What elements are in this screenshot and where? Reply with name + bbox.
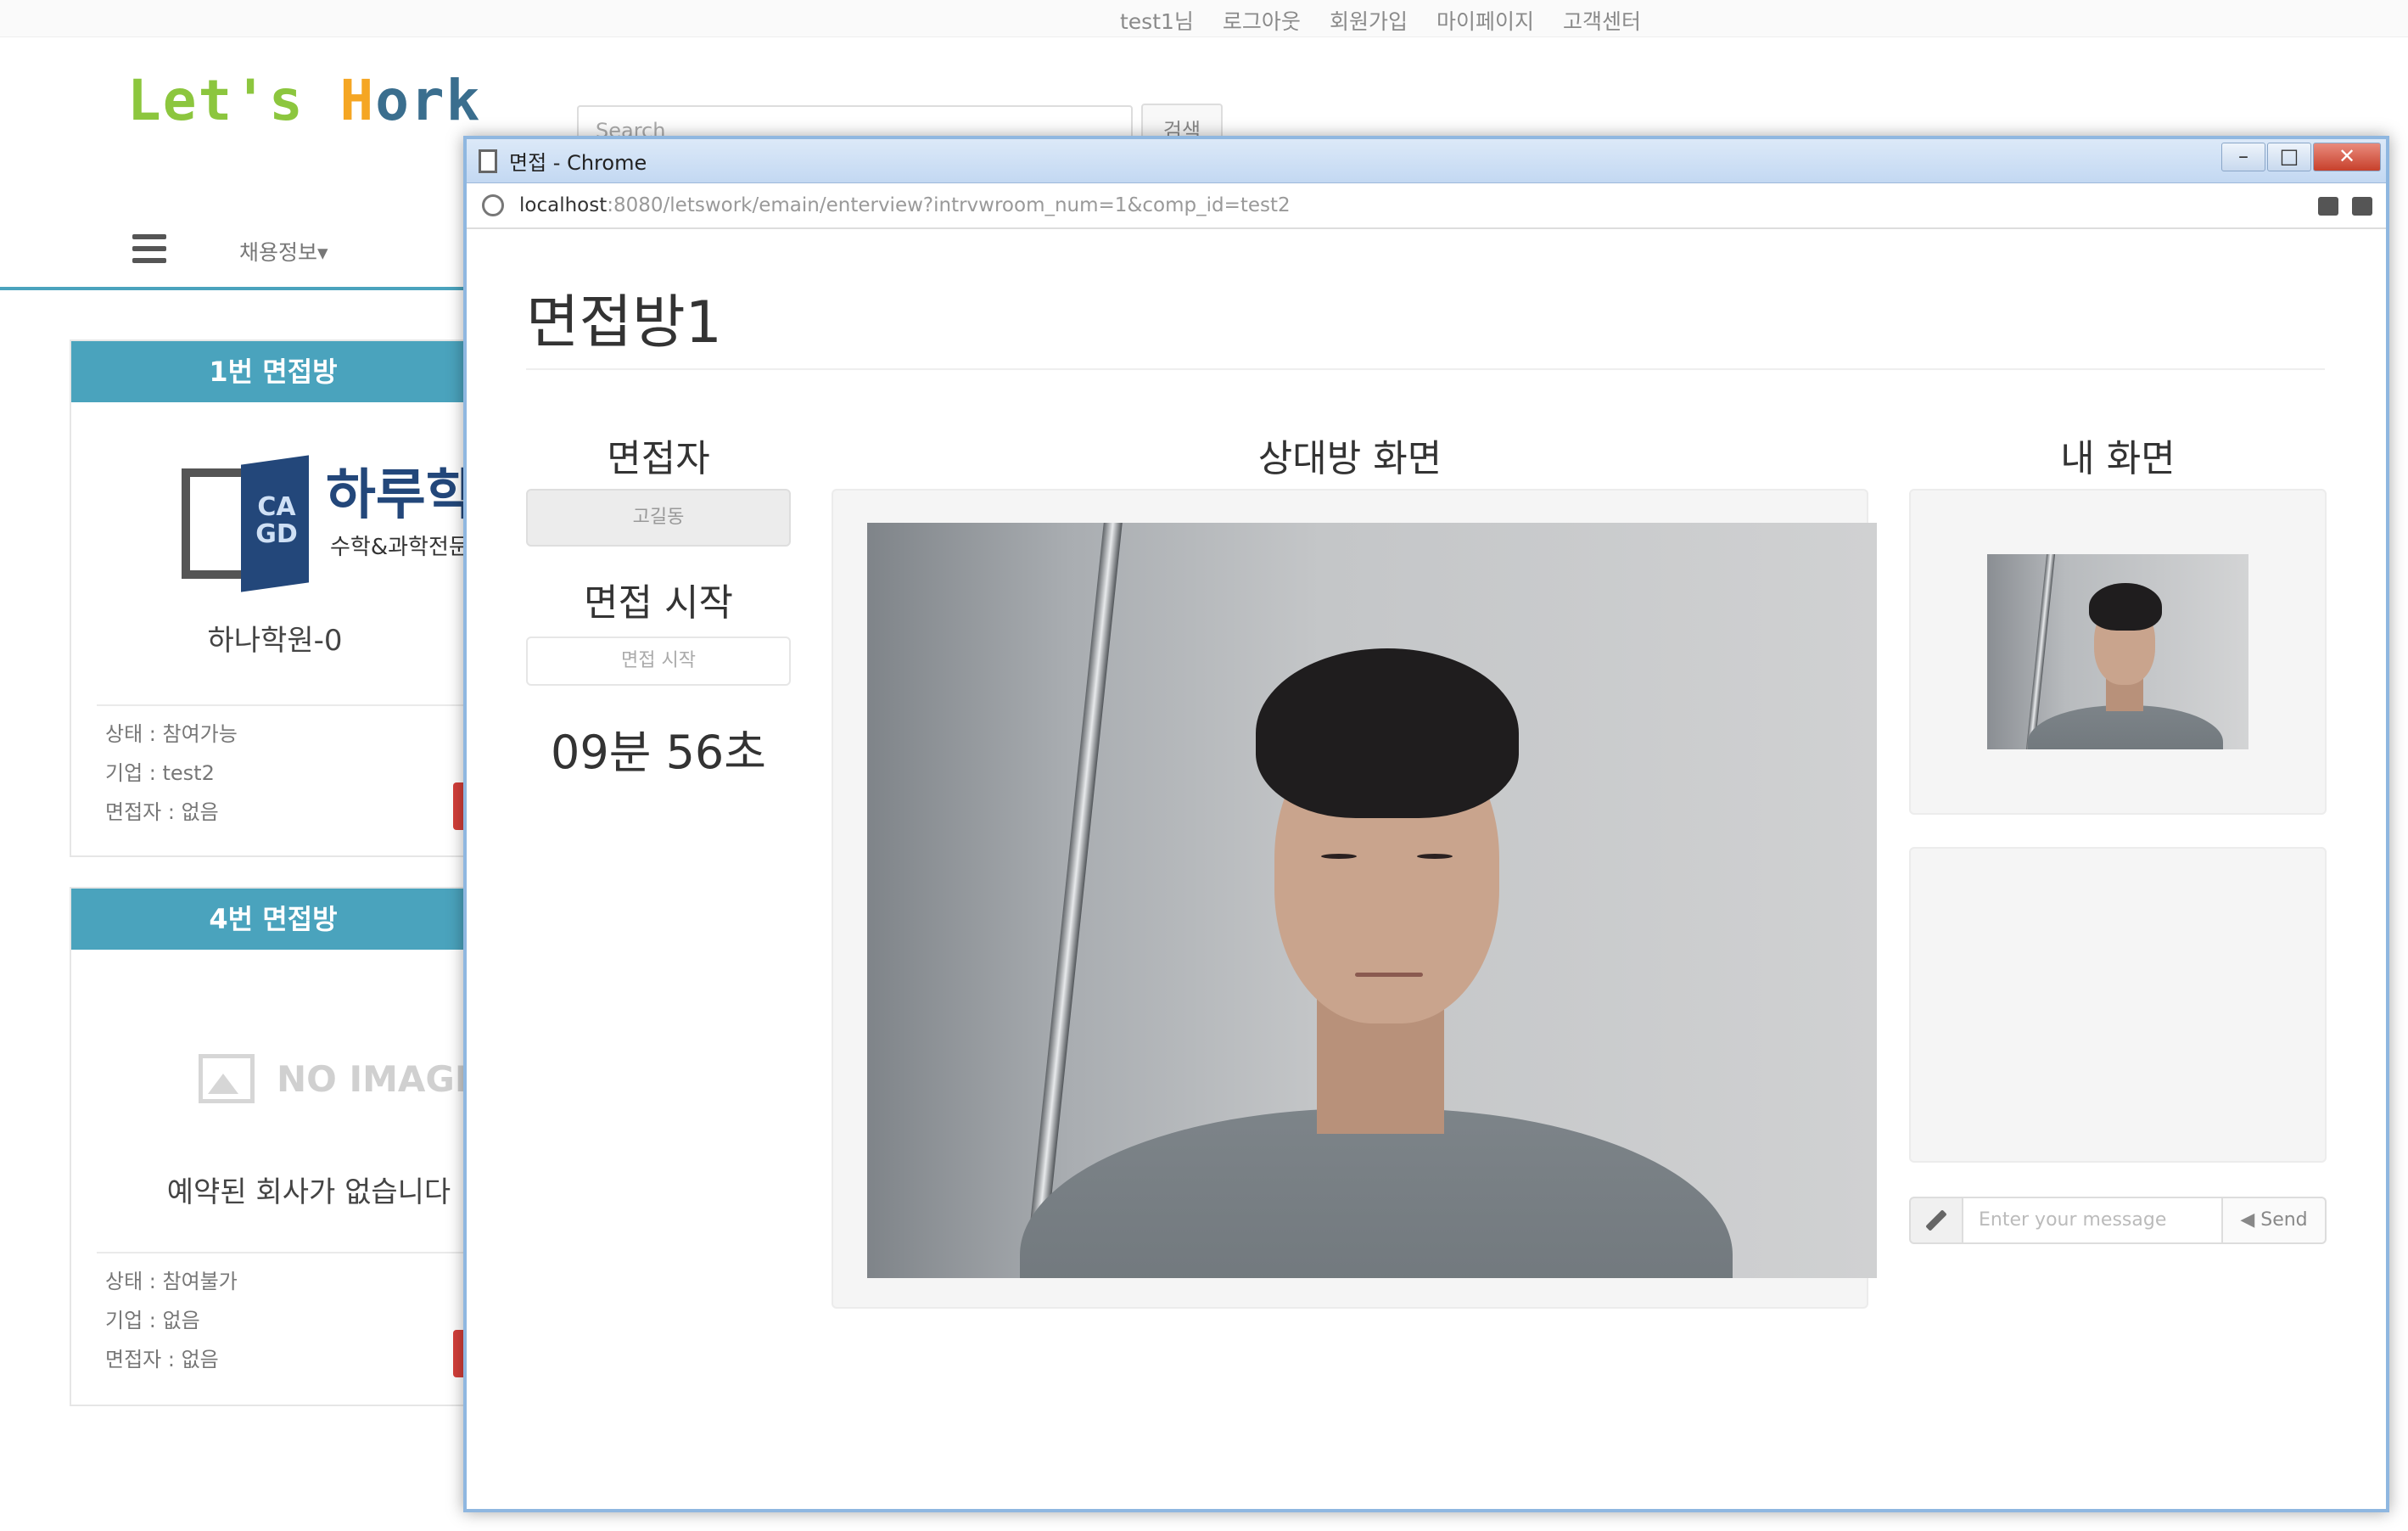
window-controls: – □ ✕ xyxy=(2221,143,2381,171)
remote-video[interactable] xyxy=(867,523,1877,1278)
room-interviewer: 면접자 : 없음 xyxy=(105,1348,219,1371)
remote-video-heading: 상대방 화면 xyxy=(1257,437,1442,480)
room-card-4: 4번 면접방 NO IMAGE 예약된 회사가 없습니다 상태 : 참여불가 기… xyxy=(70,887,479,1406)
url-path: :8080/letswork/emain/enterview?intrvwroo… xyxy=(607,194,1291,216)
interview-popup-window: 면접 - Chrome – □ ✕ localhost:8080/letswor… xyxy=(463,136,2389,1512)
interview-page: 면접방1 면접자 고길동 면접 시작 면접 시작 09분 56초 상대방 화면 xyxy=(467,233,2386,1509)
hamburger-icon[interactable] xyxy=(132,234,166,263)
logo-part1: Let's xyxy=(127,68,305,133)
start-interview-button[interactable]: 면접 시작 xyxy=(526,637,791,686)
logo-part3: ork xyxy=(375,68,482,133)
divider xyxy=(97,1252,475,1253)
logo-part2: H xyxy=(339,68,376,133)
room-company: 기업 : test2 xyxy=(105,761,215,785)
remote-video-panel xyxy=(832,489,1877,1309)
screen: test1님 로그아웃 회원가입 마이페이지 고객센터 Let's Hork S… xyxy=(0,0,2408,1531)
chat-log xyxy=(1909,847,2327,1163)
room-card-header: 1번 면접방 xyxy=(71,341,475,402)
local-video-panel xyxy=(1909,489,2327,815)
address-bar-icons xyxy=(2318,197,2372,216)
image-icon xyxy=(199,1054,255,1103)
top-link-mypage[interactable]: 마이페이지 xyxy=(1436,5,1534,36)
site-info-icon[interactable] xyxy=(482,194,504,216)
pencil-icon xyxy=(1909,1197,1963,1244)
site-logo[interactable]: Let's Hork xyxy=(127,68,481,133)
title-divider xyxy=(526,368,2325,370)
top-link-user[interactable]: test1님 xyxy=(1120,5,1194,36)
no-image-placeholder: NO IMAGE xyxy=(199,1054,479,1103)
room-card-header: 4번 면접방 xyxy=(71,889,475,950)
page-title: 면접방1 xyxy=(526,289,722,356)
local-video-heading: 내 화면 xyxy=(2060,437,2176,480)
room-status: 상태 : 참여가능 xyxy=(105,722,238,746)
url-host: localhost xyxy=(519,194,608,216)
room-status: 상태 : 참여불가 xyxy=(105,1270,238,1293)
logo-cover-text: CA GD xyxy=(255,492,298,549)
interviewer-heading: 면접자 xyxy=(607,437,710,480)
window-title-bar[interactable]: 면접 - Chrome xyxy=(467,139,2386,183)
company-name: 하나학원-0 xyxy=(207,624,343,658)
site-top-bar: test1님 로그아웃 회원가입 마이페이지 고객센터 xyxy=(0,0,2408,37)
chat-message-input[interactable]: Enter your message xyxy=(1963,1197,2221,1244)
start-heading: 면접 시작 xyxy=(584,581,733,625)
divider xyxy=(97,704,475,706)
top-link-support[interactable]: 고객센터 xyxy=(1563,5,1641,36)
interviewer-name-box: 고길동 xyxy=(526,489,791,547)
nav-menu-jobs[interactable]: 채용정보▾ xyxy=(239,236,328,266)
book-logo-icon: CA GD xyxy=(182,455,343,592)
top-links: test1님 로그아웃 회원가입 마이페이지 고객센터 xyxy=(1120,5,1641,36)
minimize-button[interactable]: – xyxy=(2221,143,2265,171)
page-icon xyxy=(479,149,497,173)
no-image-text: NO IMAGE xyxy=(277,1057,479,1100)
send-button[interactable]: ◀ Send xyxy=(2221,1197,2327,1244)
translate-icon[interactable] xyxy=(2352,197,2372,216)
window-title: 면접 - Chrome xyxy=(509,151,647,175)
maximize-button[interactable]: □ xyxy=(2267,143,2311,171)
local-video[interactable] xyxy=(1987,554,2248,749)
room-info: 상태 : 참여가능 기업 : test2 면접자 : 없음 xyxy=(105,715,238,832)
close-button[interactable]: ✕ xyxy=(2313,143,2381,171)
interview-timer: 09분 56초 xyxy=(551,726,766,779)
site-navbar: 채용정보▾ xyxy=(0,209,475,290)
camera-icon[interactable] xyxy=(2318,197,2338,216)
top-link-logout[interactable]: 로그아웃 xyxy=(1223,5,1301,36)
address-bar[interactable]: localhost:8080/letswork/emain/enterview?… xyxy=(467,183,2386,229)
company-logo-sub: 수학&과학전문 xyxy=(330,535,469,560)
room-company: 기업 : 없음 xyxy=(105,1309,200,1332)
chat-input-group: Enter your message ◀ Send xyxy=(1909,1197,2327,1244)
room-card-1: 1번 면접방 CA GD 하루학원 수학&과학전문 하나학원-0 상태 : 참여… xyxy=(70,339,526,857)
room-info: 상태 : 참여불가 기업 : 없음 면접자 : 없음 xyxy=(105,1262,238,1379)
room-interviewer: 면접자 : 없음 xyxy=(105,800,219,824)
top-link-signup[interactable]: 회원가입 xyxy=(1330,5,1408,36)
url-text: localhost:8080/letswork/emain/enterview?… xyxy=(519,194,1291,216)
